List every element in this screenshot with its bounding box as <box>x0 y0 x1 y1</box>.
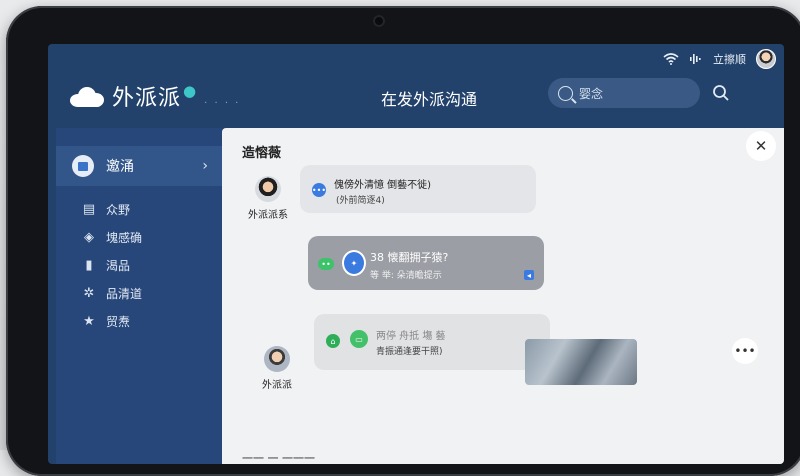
message-subline: 青振通逢要干照) <box>376 347 443 357</box>
close-button[interactable]: ✕ <box>746 131 776 161</box>
gear-icon: ✲ <box>83 285 95 301</box>
sidebar: 邀涌 › ▤ 众野 ◈ 塊感确 ▮ 渴品 ✲ 品清道 ★ 贸焘 <box>56 128 222 464</box>
chevron-right-icon: › <box>202 158 208 174</box>
search-icon <box>558 85 573 101</box>
sidebar-item-active[interactable]: 邀涌 › <box>56 146 222 186</box>
sidebar-item-2[interactable]: ◈ 塊感确 <box>82 226 142 248</box>
avatar <box>264 346 290 372</box>
status-bar: 立擦顺 <box>663 47 776 71</box>
chat-green-icon: •• <box>318 258 334 270</box>
app-header: 外派派 ● · · · · 在发外派沟通 婴念 <box>48 72 784 128</box>
message-icon: ▭ <box>350 330 368 348</box>
star-icon: ★ <box>83 313 95 329</box>
tablet-frame: 立擦顺 外派派 ● · · · · 在发外派沟通 婴念 邀涌 › ▤ 众野 ◈ … <box>6 6 800 476</box>
sidebar-item-label: 邀涌 <box>106 159 134 175</box>
message-line: 两停 舟抵 塲 藝 <box>376 331 446 342</box>
message-bubble[interactable]: ⌂ ▭ 两停 舟抵 塲 藝 青振通逢要干照) <box>314 314 550 370</box>
logo-text: 外派派 <box>112 86 182 111</box>
location-badge-icon: ✦ <box>342 250 366 276</box>
sidebar-item-label: 贸焘 <box>106 314 131 329</box>
more-icon: ••• <box>734 344 756 358</box>
chat-panel: 造愹薇 ✕ 外派派系 外派派 ••• 傀傍外清憶 倒藝不徙) (外前简逐4) •… <box>222 128 784 464</box>
sidebar-item-1[interactable]: ▤ 众野 <box>82 198 130 220</box>
avatar <box>255 176 281 202</box>
app-logo[interactable]: 外派派 ● · · · · <box>70 80 240 112</box>
sidebar-item-label: 品清道 <box>106 286 143 301</box>
message-subline: (外前简逐4) <box>336 196 385 206</box>
sidebar-item-5[interactable]: ★ 贸焘 <box>82 310 130 332</box>
contact-1[interactable]: 外派派系 <box>248 176 288 221</box>
search-button-icon[interactable] <box>712 84 730 102</box>
search-input[interactable]: 婴念 <box>548 78 700 108</box>
chat-green-icon: ⌂ <box>326 334 340 348</box>
logo-dots: · · · · <box>204 97 241 109</box>
chat-icon <box>72 155 94 177</box>
close-icon: ✕ <box>754 137 768 155</box>
page-title: 在发外派沟通 <box>381 90 478 109</box>
front-camera <box>373 15 385 27</box>
panel-title: 造愹薇 <box>242 146 282 161</box>
bar-chart-icon: ▮ <box>85 257 93 273</box>
more-button[interactable]: ••• <box>732 338 758 364</box>
document-icon: ▤ <box>82 201 96 217</box>
composer-hint: 一一 一 一一一 <box>242 452 315 464</box>
sidebar-item-3[interactable]: ▮ 渴品 <box>82 254 130 276</box>
message-bubble[interactable]: ••• 傀傍外清憶 倒藝不徙) (外前简逐4) <box>300 165 536 213</box>
contact-name: 外派派系 <box>248 210 288 221</box>
shield-check-icon: ◈ <box>84 229 94 245</box>
send-icon[interactable]: ◂ <box>524 270 534 280</box>
sidebar-item-label: 塊感确 <box>106 230 143 245</box>
sidebar-item-label: 众野 <box>106 202 131 217</box>
contact-name: 外派派 <box>262 380 292 391</box>
sidebar-item-label: 渴品 <box>106 258 131 273</box>
message-subline: 等 举: 朵清瞻提示 <box>370 271 442 281</box>
message-icon: ••• <box>312 183 326 197</box>
user-avatar[interactable] <box>756 49 776 69</box>
wifi-icon <box>663 53 679 65</box>
app-screen: 立擦顺 外派派 ● · · · · 在发外派沟通 婴念 邀涌 › ▤ 众野 ◈ … <box>48 44 784 464</box>
audio-waveform-icon <box>690 54 701 64</box>
sidebar-item-4[interactable]: ✲ 品清道 <box>82 282 142 304</box>
contact-2[interactable]: 外派派 <box>262 346 292 391</box>
location-pin-icon: ● <box>183 82 197 100</box>
cloud-logo-icon <box>70 85 104 107</box>
message-line: 傀傍外清憶 倒藝不徙) <box>334 180 432 191</box>
message-line: 38 懐翻拥子猿? <box>370 251 449 264</box>
search-placeholder: 婴念 <box>579 86 604 101</box>
status-user-name: 立擦顺 <box>713 53 746 66</box>
attachment-photo[interactable] <box>525 339 637 385</box>
message-bubble[interactable]: •• ✦ 38 懐翻拥子猿? 等 举: 朵清瞻提示 ◂ <box>308 236 544 290</box>
